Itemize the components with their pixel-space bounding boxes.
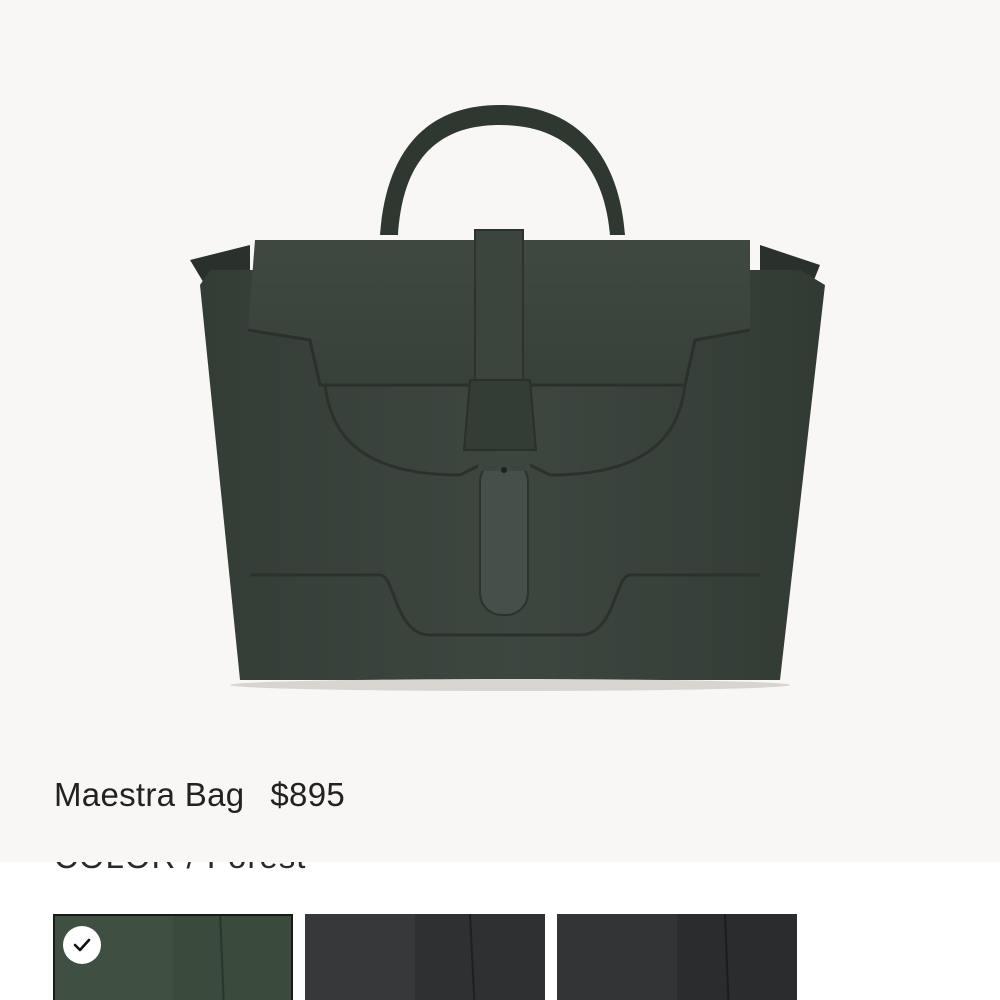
swatch-2[interactable] [305,914,545,1000]
product-name: Maestra Bag [54,776,245,813]
product-image[interactable] [180,95,830,695]
product-page: COLOR / Forest [0,0,1000,1000]
swatch-3[interactable] [557,914,797,1000]
swatch-forest[interactable] [53,914,293,1000]
product-hero: Maestra Bag $895 [0,0,1000,862]
product-info: Maestra Bag $895 [54,776,345,814]
checkmark-icon [63,926,101,964]
product-price: $895 [270,776,346,813]
color-swatches [53,914,797,1000]
